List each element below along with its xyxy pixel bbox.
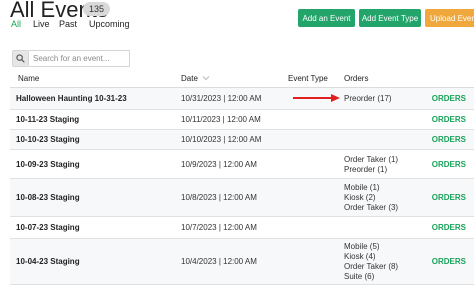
table-row[interactable]: 10-04-23 Staging 10/4/2023 | 12:00 AM Mobi…	[10, 239, 474, 285]
orders-link[interactable]: ORDERS	[432, 160, 466, 169]
orders-link[interactable]: ORDERS	[432, 135, 466, 144]
tab-upcoming[interactable]: Upcoming	[89, 19, 130, 29]
column-header-event-type[interactable]: Event Type	[288, 74, 328, 83]
event-name: 10-10-23 Staging	[16, 135, 80, 144]
orders-link[interactable]: ORDERS	[432, 94, 466, 103]
tab-past[interactable]: Past	[59, 19, 77, 29]
event-name: 10-08-23 Staging	[16, 193, 80, 202]
add-event-type-button[interactable]: Add Event Type	[359, 9, 421, 27]
event-name: 10-07-23 Staging	[16, 223, 80, 232]
search-button[interactable]	[12, 50, 29, 67]
orders-link[interactable]: ORDERS	[432, 115, 466, 124]
order-count: Suite (6)	[344, 272, 375, 281]
event-date: 10/10/2023 | 12:00 AM	[181, 135, 262, 144]
table-row[interactable]: 10-11-23 Staging 10/11/2023 | 12:00 AM ORD…	[10, 110, 474, 130]
column-header-date-label: Date	[181, 74, 198, 83]
event-date: 10/4/2023 | 12:00 AM	[181, 257, 257, 266]
column-header-name[interactable]: Name	[18, 74, 39, 83]
search-icon	[16, 54, 25, 63]
column-header-date[interactable]: Date	[181, 74, 210, 83]
table-row[interactable]: Halloween Haunting 10-31-23 10/31/2023 | …	[10, 88, 474, 110]
orders-link[interactable]: ORDERS	[432, 223, 466, 232]
event-count-badge: 135	[83, 2, 111, 16]
event-name: Halloween Haunting 10-31-23	[16, 94, 127, 103]
orders-link[interactable]: ORDERS	[432, 257, 466, 266]
order-count: Order Taker (8)	[344, 262, 399, 271]
orders-link[interactable]: ORDERS	[432, 193, 466, 202]
search-input[interactable]	[29, 50, 130, 67]
table-row[interactable]: 10-07-23 Staging 10/7/2023 | 12:00 AM ORDE…	[10, 217, 474, 239]
order-count: Mobile (5)	[344, 242, 380, 251]
event-date: 10/7/2023 | 12:00 AM	[181, 223, 257, 232]
order-count: Mobile (1)	[344, 183, 380, 192]
event-date: 10/8/2023 | 12:00 AM	[181, 193, 257, 202]
upload-event-button[interactable]: Upload Even	[425, 9, 474, 27]
table-row[interactable]: 10-10-23 Staging 10/10/2023 | 12:00 AM ORD…	[10, 130, 474, 150]
red-arrow-annotation	[293, 94, 340, 102]
add-event-button[interactable]: Add an Event	[298, 9, 355, 27]
order-count: Preorder (1)	[344, 165, 388, 174]
order-count: Preorder (17)	[344, 94, 392, 103]
event-name: 10-04-23 Staging	[16, 257, 80, 266]
table-row[interactable]: 10-09-23 Staging 10/9/2023 | 12:00 AM Orde…	[10, 150, 474, 179]
tab-all[interactable]: All	[11, 19, 21, 29]
event-date: 10/11/2023 | 12:00 AM	[181, 115, 261, 124]
event-name: 10-09-23 Staging	[16, 160, 80, 169]
event-date: 10/31/2023 | 12:00 AM	[181, 94, 262, 103]
order-count: Kiosk (4)	[344, 252, 376, 261]
event-date: 10/9/2023 | 12:00 AM	[181, 160, 257, 169]
sort-chevron-icon	[202, 76, 210, 81]
order-count: Order Taker (1)	[344, 155, 399, 164]
column-header-orders[interactable]: Orders	[344, 74, 368, 83]
event-name: 10-11-23 Staging	[16, 115, 80, 124]
order-count: Kiosk (2)	[344, 193, 376, 202]
order-count: Order Taker (3)	[344, 203, 399, 212]
tab-live[interactable]: Live	[33, 19, 50, 29]
table-row[interactable]: 10-08-23 Staging 10/8/2023 | 12:00 AM Mobi…	[10, 179, 474, 217]
